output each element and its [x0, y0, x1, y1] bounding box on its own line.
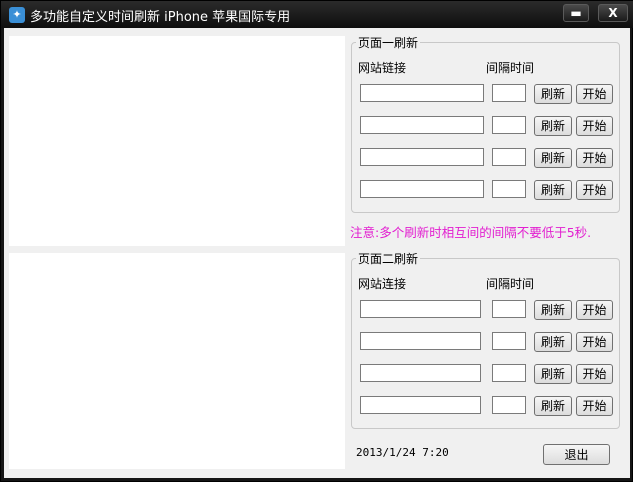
page1-start-button-1[interactable]: 开始	[576, 84, 613, 104]
page2-row-2: 刷新 开始	[352, 332, 619, 352]
page2-refresh-group: 页面二刷新 网站连接 间隔时间 刷新 开始 刷新 开始 刷新 开始 刷新 开始	[351, 250, 620, 429]
interval-warning-note: 注意:多个刷新时相互间的间隔不要低于5秒.	[350, 225, 592, 240]
page1-interval-header: 间隔时间	[486, 61, 535, 75]
page2-interval-input-3[interactable]	[492, 364, 526, 382]
page1-interval-input-2[interactable]	[492, 116, 526, 134]
page2-url-input-1[interactable]	[360, 300, 481, 318]
page2-group-legend: 页面二刷新	[356, 250, 421, 267]
page2-url-input-2[interactable]	[360, 332, 481, 350]
page2-start-button-2[interactable]: 开始	[576, 332, 613, 352]
page1-interval-input-1[interactable]	[492, 84, 526, 102]
page1-refresh-group: 页面一刷新 网站链接 间隔时间 刷新 开始 刷新 开始 刷新 开始 刷新 开始	[351, 34, 620, 213]
page2-row-1: 刷新 开始	[352, 300, 619, 320]
page1-refresh-button-1[interactable]: 刷新	[534, 84, 572, 104]
page1-start-button-3[interactable]: 开始	[576, 148, 613, 168]
app-icon: ✦	[9, 7, 25, 23]
page2-start-button-4[interactable]: 开始	[576, 396, 613, 416]
page1-url-input-3[interactable]	[360, 148, 484, 166]
page1-url-header: 网站链接	[358, 61, 407, 75]
page1-refresh-button-3[interactable]: 刷新	[534, 148, 572, 168]
client-area: 页面一刷新 网站链接 间隔时间 刷新 开始 刷新 开始 刷新 开始 刷新 开始 …	[4, 28, 630, 478]
page2-browser-pane[interactable]	[9, 253, 345, 469]
page2-start-button-3[interactable]: 开始	[576, 364, 613, 384]
exit-button[interactable]: 退出	[543, 444, 610, 465]
page1-row-2: 刷新 开始	[352, 116, 619, 136]
page1-interval-input-4[interactable]	[492, 180, 526, 198]
page1-url-input-2[interactable]	[360, 116, 484, 134]
page2-refresh-button-3[interactable]: 刷新	[534, 364, 572, 384]
close-button[interactable]: X	[598, 4, 628, 22]
page1-row-4: 刷新 开始	[352, 180, 619, 200]
page1-row-1: 刷新 开始	[352, 84, 619, 104]
page1-start-button-2[interactable]: 开始	[576, 116, 613, 136]
page2-row-3: 刷新 开始	[352, 364, 619, 384]
window-title: 多功能自定义时间刷新 iPhone 苹果国际专用	[30, 10, 291, 25]
page2-url-header: 网站连接	[358, 277, 407, 291]
title-bar[interactable]: ✦ 多功能自定义时间刷新 iPhone 苹果国际专用 ▬ X	[1, 1, 633, 28]
page1-start-button-4[interactable]: 开始	[576, 180, 613, 200]
page1-row-3: 刷新 开始	[352, 148, 619, 168]
datetime-label: 2013/1/24 7:20	[356, 446, 449, 459]
page1-interval-input-3[interactable]	[492, 148, 526, 166]
page2-interval-input-2[interactable]	[492, 332, 526, 350]
page2-interval-input-1[interactable]	[492, 300, 526, 318]
page2-refresh-button-1[interactable]: 刷新	[534, 300, 572, 320]
page2-url-input-3[interactable]	[360, 364, 481, 382]
page1-url-input-1[interactable]	[360, 84, 484, 102]
page2-refresh-button-4[interactable]: 刷新	[534, 396, 572, 416]
page1-browser-pane[interactable]	[9, 36, 345, 246]
page1-refresh-button-2[interactable]: 刷新	[534, 116, 572, 136]
page1-group-legend: 页面一刷新	[356, 34, 421, 51]
minimize-button[interactable]: ▬	[563, 4, 589, 22]
page2-url-input-4[interactable]	[360, 396, 481, 414]
app-window: ✦ 多功能自定义时间刷新 iPhone 苹果国际专用 ▬ X 页面一刷新 网站链…	[0, 0, 633, 482]
page2-start-button-1[interactable]: 开始	[576, 300, 613, 320]
page2-row-4: 刷新 开始	[352, 396, 619, 416]
page2-interval-input-4[interactable]	[492, 396, 526, 414]
page1-url-input-4[interactable]	[360, 180, 484, 198]
page2-interval-header: 间隔时间	[486, 277, 535, 291]
page2-refresh-button-2[interactable]: 刷新	[534, 332, 572, 352]
page1-refresh-button-4[interactable]: 刷新	[534, 180, 572, 200]
